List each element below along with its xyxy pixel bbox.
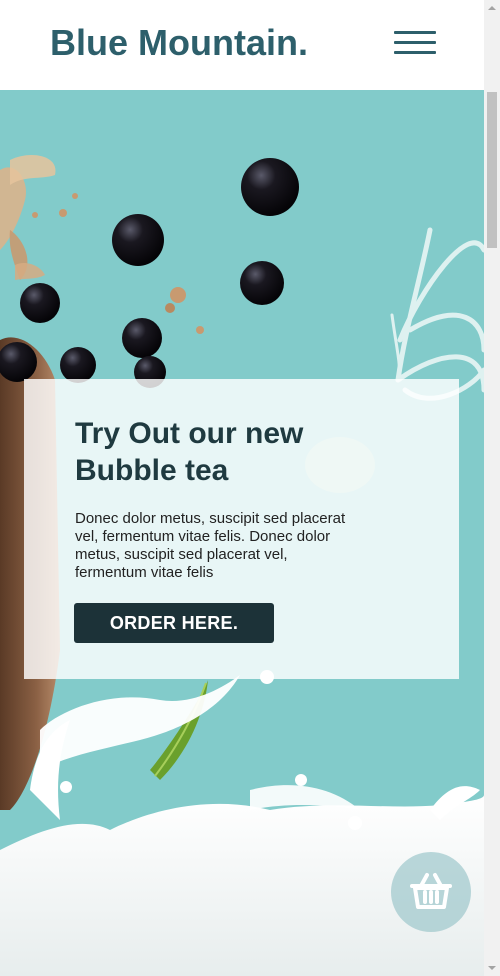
menu-bar <box>394 41 436 44</box>
page: Blue Mountain. Try Out our new Bubble te… <box>0 0 500 976</box>
scrollbar-thumb[interactable] <box>487 92 497 248</box>
scroll-up-arrow-icon[interactable] <box>484 0 500 16</box>
site-header: Blue Mountain. <box>0 0 484 90</box>
order-button[interactable]: ORDER HERE. <box>74 603 274 643</box>
promo-title: Try Out our new Bubble tea <box>75 417 304 487</box>
hamburger-menu-icon[interactable] <box>394 31 436 57</box>
cart-button[interactable] <box>391 852 471 932</box>
menu-bar <box>394 31 436 34</box>
promo-description: Donec dolor metus, suscipit sed placerat… <box>75 510 346 581</box>
menu-bar <box>394 51 436 54</box>
brand-logo[interactable]: Blue Mountain. <box>50 22 308 64</box>
scroll-down-arrow-icon[interactable] <box>484 960 500 976</box>
promo-card: Try Out our new Bubble tea Donec dolor m… <box>24 379 459 679</box>
vertical-scrollbar[interactable] <box>484 0 500 976</box>
hero-section: Try Out our new Bubble tea Donec dolor m… <box>0 90 484 976</box>
shopping-basket-icon <box>410 873 452 909</box>
